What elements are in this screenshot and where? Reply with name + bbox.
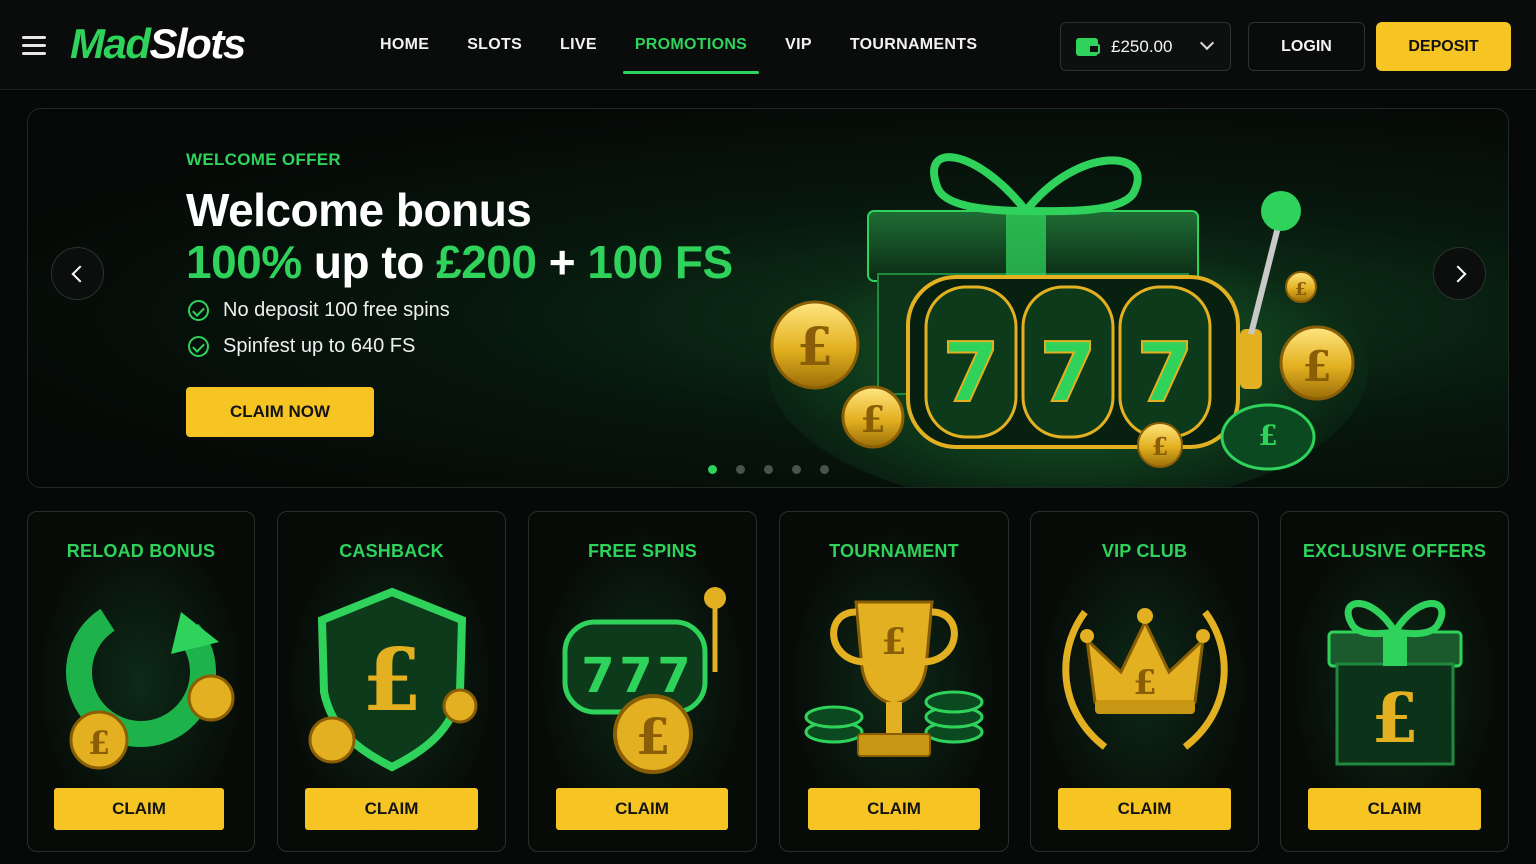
hero-feature-text: Spinfest up to 640 FS: [223, 335, 416, 357]
nav-slots[interactable]: SLOTS: [455, 0, 534, 90]
svg-text:£: £: [1295, 279, 1308, 300]
promo-card-title: CASHBACK: [339, 541, 444, 561]
svg-text:7: 7: [942, 326, 999, 421]
promo-card-title: EXCLUSIVE OFFERS: [1302, 541, 1487, 561]
wallet-icon: [1076, 37, 1100, 56]
svg-text:£: £: [1152, 432, 1169, 461]
svg-text:£: £: [1302, 342, 1331, 391]
carousel-prev-button[interactable]: [51, 247, 104, 300]
claim-button[interactable]: CLAIM: [54, 788, 224, 830]
promo-card-title: RELOAD BONUS: [66, 541, 216, 561]
promo-card-title: TOURNAMENT: [829, 541, 959, 561]
hero-subtitle-plus: +: [536, 236, 588, 288]
nav-home[interactable]: HOME: [368, 0, 441, 90]
carousel-next-button[interactable]: [1433, 247, 1486, 300]
nav-promotions[interactable]: PROMOTIONS: [622, 0, 760, 90]
check-circle-icon: [188, 300, 209, 321]
claim-button[interactable]: CLAIM: [305, 788, 478, 830]
menu-icon[interactable]: [22, 36, 46, 56]
nav-vip[interactable]: VIP: [773, 0, 824, 90]
svg-text:£: £: [88, 724, 110, 762]
gift-icon: £: [1327, 600, 1462, 766]
promo-card-exclusive-offers: EXCLUSIVE OFFERS £ CLAIM: [1280, 511, 1509, 852]
chevron-down-icon: [1199, 35, 1215, 51]
trophy-icon: £: [804, 600, 984, 757]
balance-dropdown[interactable]: £250.00: [1060, 22, 1231, 71]
svg-text:£: £: [1133, 663, 1157, 703]
hero-subtitle-upto: up to: [301, 236, 437, 288]
promo-card-tournament: TOURNAMENT £ CLAIM: [779, 511, 1009, 852]
nav-live[interactable]: LIVE: [548, 0, 609, 90]
slot-machine-gift-illustration: 7 7 7 £ £ £ £ £ £: [768, 153, 1368, 487]
svg-text:£: £: [881, 621, 906, 663]
header: MadSlots HOME SLOTS LIVE PROMOTIONS VIP …: [0, 0, 1536, 90]
hero-subtitle: 100% up to £200 + 100 FS: [186, 235, 733, 289]
hero-eyebrow: WELCOME OFFER: [186, 150, 341, 169]
hero-subtitle-percent: 100%: [186, 236, 302, 288]
shield-icon: £: [308, 587, 477, 772]
crown-icon: £: [1061, 608, 1228, 750]
check-circle-icon: [188, 336, 209, 357]
logo[interactable]: MadSlots: [70, 20, 247, 68]
main-nav: HOME SLOTS LIVE PROMOTIONS VIP TOURNAMEN…: [368, 0, 1003, 90]
hero-banner: WELCOME OFFER Welcome bonus 100% up to £…: [27, 108, 1509, 488]
promo-card-vip-club: VIP CLUB £ CLAIM: [1030, 511, 1259, 852]
svg-text:7: 7: [1136, 326, 1193, 421]
claim-button[interactable]: CLAIM: [1058, 788, 1231, 830]
svg-text:£: £: [635, 707, 670, 766]
balance-amount: £250.00: [1111, 36, 1173, 56]
svg-text:£: £: [362, 630, 422, 731]
hero-feature: No deposit 100 free spins: [188, 299, 450, 322]
nav-tournaments[interactable]: TOURNAMENTS: [838, 0, 989, 90]
login-button[interactable]: LOGIN: [1248, 22, 1365, 71]
claim-button[interactable]: CLAIM: [556, 788, 728, 830]
hero-feature-text: No deposit 100 free spins: [223, 299, 450, 321]
svg-text:7: 7: [581, 648, 614, 704]
claim-button[interactable]: CLAIM: [808, 788, 980, 830]
promo-card-cashback: CASHBACK £ CLAIM: [277, 511, 506, 852]
promo-card-reload: RELOAD BONUS £ CLAIM: [27, 511, 255, 852]
svg-text:£: £: [860, 399, 885, 441]
reload-icon: £: [66, 597, 235, 770]
deposit-button[interactable]: DEPOSIT: [1376, 22, 1511, 71]
svg-text:£: £: [1258, 419, 1277, 452]
hero-feature: Spinfest up to 640 FS: [188, 335, 415, 358]
slot-machine-icon: 7 7 7 £: [562, 587, 726, 774]
carousel-dot[interactable]: [736, 465, 745, 474]
logo-part-mad: Mad: [70, 20, 151, 67]
svg-text:7: 7: [1039, 326, 1096, 421]
promo-card-title: VIP CLUB: [1101, 541, 1188, 561]
svg-text:£: £: [1371, 679, 1418, 759]
carousel-dot[interactable]: [708, 465, 717, 474]
promo-card-title: FREE SPINS: [587, 541, 698, 561]
hero-subtitle-amount: £200: [436, 236, 537, 288]
hero-title: Welcome bonus: [186, 184, 532, 236]
hero-subtitle-fs: 100 FS: [587, 236, 733, 288]
claim-button[interactable]: CLAIM: [1308, 788, 1481, 830]
logo-part-slots: Slots: [149, 20, 247, 67]
svg-text:£: £: [797, 317, 833, 378]
promo-card-free-spins: FREE SPINS 7 7 7 £ CLAIM: [528, 511, 757, 852]
claim-now-button[interactable]: CLAIM NOW: [186, 387, 374, 437]
